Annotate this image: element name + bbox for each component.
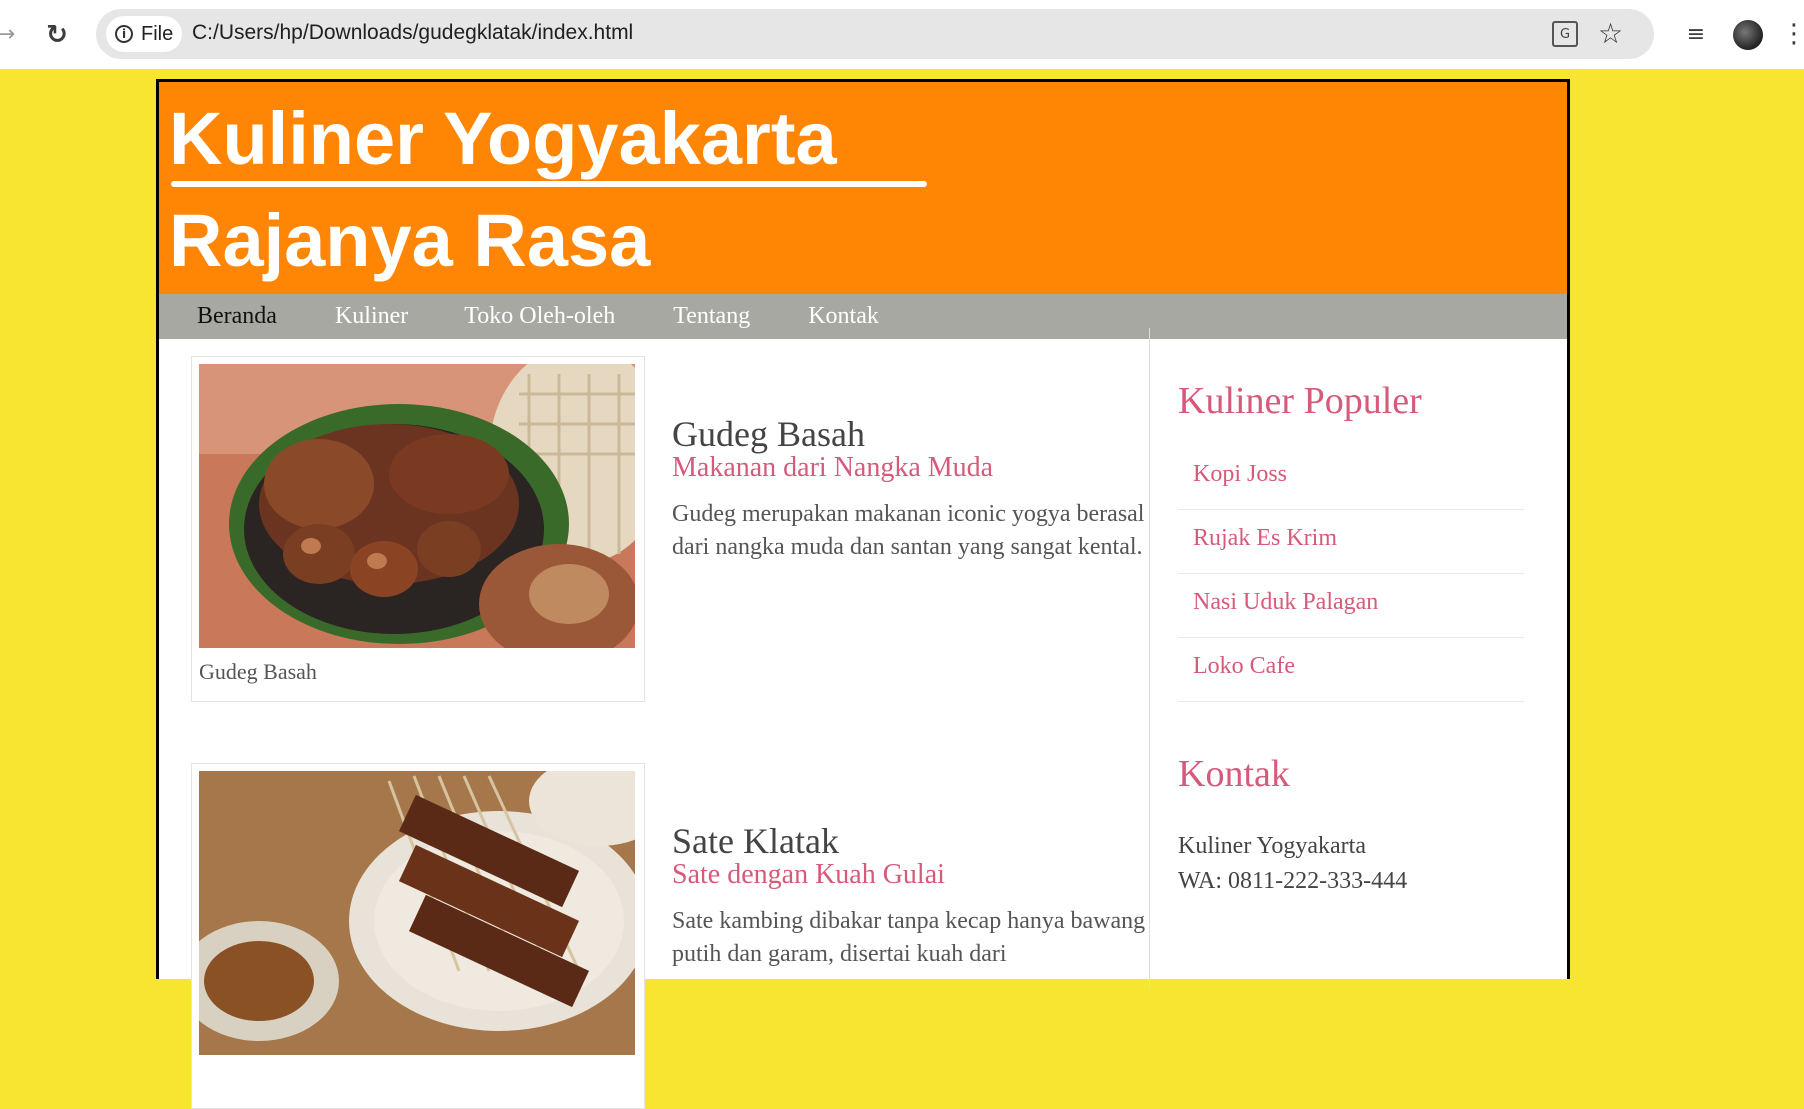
- kebab-menu-icon[interactable]: ⋮: [1781, 18, 1804, 50]
- banner-title: Kuliner Yogyakarta: [169, 97, 837, 180]
- article-subtitle: Makanan dari Nangka Muda: [672, 452, 994, 483]
- main-nav: Beranda Kuliner Toko Oleh-oleh Tentang K…: [159, 294, 1567, 339]
- nav-item-kuliner[interactable]: Kuliner: [335, 303, 408, 330]
- popular-item-kopi-joss[interactable]: Kopi Joss: [1178, 446, 1524, 510]
- article-description: Sate kambing dibakar tanpa kecap hanya b…: [672, 908, 1146, 967]
- contact-whatsapp: WA: 0811-222-333-444: [1178, 868, 1408, 894]
- banner-underline: [171, 181, 927, 187]
- article-image-card: [191, 763, 645, 1109]
- address-bar[interactable]: i File C:/Users/hp/Downloads/gudegklatak…: [96, 9, 1654, 59]
- article-description: Gudeg merupakan makanan iconic yogya ber…: [672, 501, 1145, 560]
- nav-item-tentang[interactable]: Tentang: [673, 303, 750, 330]
- popular-item-rujak-es-krim[interactable]: Rujak Es Krim: [1178, 510, 1524, 574]
- article-title: Gudeg Basah: [672, 414, 865, 454]
- contact-name: Kuliner Yogyakarta: [1178, 833, 1366, 859]
- sate-photo: [199, 771, 635, 1055]
- column-divider: [1149, 328, 1150, 988]
- nav-item-toko-oleh-oleh[interactable]: Toko Oleh-oleh: [464, 303, 615, 330]
- gudeg-photo: [199, 364, 635, 648]
- page-container: Kuliner Yogyakarta Rajanya Rasa Beranda …: [156, 79, 1570, 1109]
- banner-tagline: Rajanya Rasa: [169, 199, 651, 282]
- bookmark-star-icon[interactable]: ☆: [1598, 17, 1623, 50]
- image-caption: Gudeg Basah: [199, 659, 317, 684]
- article-image-card: Gudeg Basah: [191, 356, 645, 702]
- nav-item-kontak[interactable]: Kontak: [808, 303, 879, 330]
- url-text[interactable]: C:/Users/hp/Downloads/gudegklatak/index.…: [192, 21, 633, 45]
- article-title: Sate Klatak: [672, 821, 839, 861]
- contact-heading: Kontak: [1178, 753, 1290, 795]
- popular-heading: Kuliner Populer: [1178, 380, 1422, 422]
- popular-item-nasi-uduk-palagan[interactable]: Nasi Uduk Palagan: [1178, 574, 1524, 638]
- popular-item-loko-cafe[interactable]: Loko Cafe: [1178, 638, 1524, 702]
- nav-item-beranda[interactable]: Beranda: [197, 303, 277, 330]
- site-info-chip[interactable]: i File: [106, 16, 182, 52]
- profile-avatar[interactable]: [1733, 20, 1763, 50]
- article-subtitle: Sate dengan Kuah Gulai: [672, 859, 945, 890]
- header-banner: Kuliner Yogyakarta Rajanya Rasa: [159, 82, 1567, 294]
- media-control-icon[interactable]: ≡: [1682, 20, 1710, 48]
- info-icon: i: [115, 25, 133, 43]
- translate-icon[interactable]: G: [1552, 21, 1578, 47]
- file-label: File: [141, 22, 174, 45]
- back-arrow-icon[interactable]: →: [0, 22, 18, 47]
- reload-icon[interactable]: ↻: [42, 20, 72, 50]
- browser-toolbar: → ↻ i File C:/Users/hp/Downloads/gudegkl…: [0, 0, 1804, 69]
- popular-list: Kopi Joss Rujak Es Krim Nasi Uduk Palaga…: [1178, 446, 1524, 702]
